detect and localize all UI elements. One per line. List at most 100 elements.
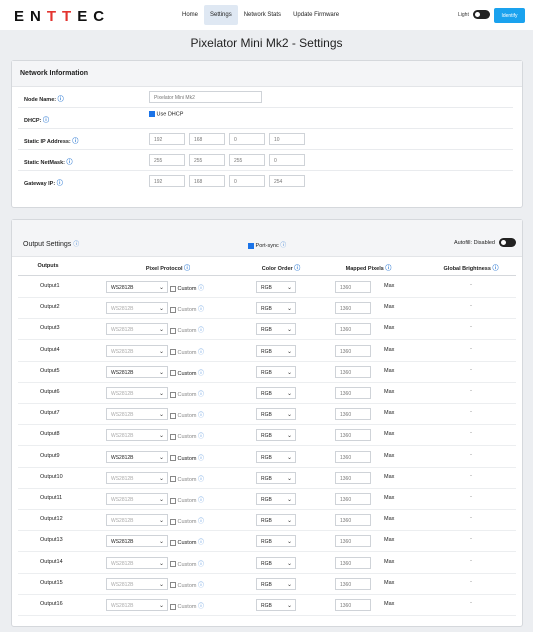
pixel-protocol-select[interactable]: WS2812B ⌄	[106, 429, 168, 442]
custom-checkbox[interactable]	[170, 306, 176, 313]
mapped-pixels-input[interactable]: 1360	[335, 599, 371, 611]
max-button[interactable]: Max	[384, 453, 394, 459]
max-button[interactable]: Max	[384, 495, 394, 501]
mapped-pixels-input[interactable]: 1360	[335, 429, 371, 442]
mapped-pixels-input[interactable]: 1360	[335, 323, 371, 336]
pixel-protocol-select[interactable]: WS2812B ⌄	[106, 302, 168, 315]
gateway-octet-4[interactable]: 254	[269, 175, 305, 187]
mapped-pixels-input[interactable]: 1360	[335, 514, 371, 527]
color-order-select[interactable]: RGB ⌄	[256, 514, 296, 527]
custom-checkbox[interactable]	[170, 433, 176, 440]
nav-settings[interactable]: Settings	[204, 5, 238, 25]
color-order-select[interactable]: RGB ⌄	[256, 450, 296, 463]
pixel-protocol-select[interactable]: WS2812B ⌄	[106, 577, 168, 590]
mapped-pixels-input[interactable]: 1360	[335, 450, 371, 463]
max-button[interactable]: Max	[384, 304, 394, 310]
mapped-pixels-input[interactable]: 1360	[335, 577, 371, 590]
pixel-protocol-select[interactable]: WS2812B ⌄	[106, 556, 168, 569]
max-button[interactable]: Max	[384, 559, 394, 565]
netmask-octet-2[interactable]: 255	[189, 154, 225, 166]
max-button[interactable]: Max	[384, 474, 394, 480]
pixel-protocol-select[interactable]: WS2812B ⌄	[106, 344, 168, 357]
max-button[interactable]: Max	[384, 389, 394, 395]
mapped-pixels-input[interactable]: 1360	[335, 302, 371, 315]
custom-checkbox[interactable]	[170, 497, 176, 504]
color-order-select[interactable]: RGB ⌄	[256, 344, 296, 357]
ip-octet-4[interactable]: 10	[269, 133, 305, 145]
pixel-protocol-select[interactable]: WS2812B ⌄	[106, 450, 168, 463]
custom-checkbox[interactable]	[170, 349, 176, 356]
autofill-toggle[interactable]	[499, 238, 516, 247]
max-button[interactable]: Max	[384, 368, 394, 374]
mapped-pixels-input[interactable]: 1360	[335, 281, 371, 293]
custom-checkbox[interactable]	[170, 391, 176, 398]
node-name-input[interactable]: Pixelator Mini Mk2	[149, 91, 262, 103]
color-order-select[interactable]: RGB ⌄	[256, 302, 296, 315]
enttec-logo[interactable]: ENTTEC	[14, 8, 110, 25]
custom-checkbox[interactable]	[170, 539, 176, 546]
nav-home[interactable]: Home	[176, 5, 204, 25]
pixel-protocol-select[interactable]: WS2812B ⌄	[106, 323, 168, 336]
mapped-pixels-input[interactable]: 1360	[335, 471, 371, 484]
nav-network-stats[interactable]: Network Stats	[238, 5, 287, 25]
pixel-protocol-select[interactable]: WS2812B ⌄	[106, 514, 168, 527]
custom-checkbox[interactable]	[170, 455, 176, 462]
color-order-select[interactable]: RGB ⌄	[256, 535, 296, 548]
mapped-pixels-input[interactable]: 1360	[335, 344, 371, 357]
mapped-pixels-input[interactable]: 1360	[335, 493, 371, 505]
max-button[interactable]: Max	[384, 516, 394, 522]
light-toggle[interactable]	[473, 10, 490, 19]
max-button[interactable]: Max	[384, 325, 394, 331]
pixel-protocol-select[interactable]: WS2812B ⌄	[106, 408, 168, 421]
custom-checkbox[interactable]	[170, 561, 176, 568]
color-order-select[interactable]: RGB ⌄	[256, 471, 296, 484]
max-button[interactable]: Max	[384, 431, 394, 437]
custom-checkbox[interactable]	[170, 476, 176, 483]
ip-octet-3[interactable]: 0	[229, 133, 265, 145]
netmask-octet-1[interactable]: 255	[149, 154, 185, 166]
dhcp-checkbox[interactable]	[149, 111, 155, 117]
custom-checkbox[interactable]	[170, 582, 176, 589]
custom-checkbox[interactable]	[170, 285, 176, 292]
mapped-pixels-input[interactable]: 1360	[335, 408, 371, 421]
color-order-select[interactable]: RGB ⌄	[256, 387, 296, 399]
custom-checkbox[interactable]	[170, 327, 176, 334]
custom-checkbox[interactable]	[170, 412, 176, 419]
pixel-protocol-select[interactable]: WS2812B ⌄	[106, 281, 168, 293]
color-order-select[interactable]: RGB ⌄	[256, 429, 296, 442]
netmask-octet-3[interactable]: 255	[229, 154, 265, 166]
custom-checkbox[interactable]	[170, 603, 176, 610]
max-button[interactable]: Max	[384, 410, 394, 416]
mapped-pixels-input[interactable]: 1360	[335, 556, 371, 569]
pixel-protocol-select[interactable]: WS2812B ⌄	[106, 365, 168, 378]
custom-checkbox[interactable]	[170, 370, 176, 377]
max-button[interactable]: Max	[384, 601, 394, 607]
port-sync-checkbox[interactable]	[248, 242, 254, 249]
pixel-protocol-select[interactable]: WS2812B ⌄	[106, 387, 168, 399]
color-order-select[interactable]: RGB ⌄	[256, 323, 296, 336]
max-button[interactable]: Max	[384, 537, 394, 543]
mapped-pixels-input[interactable]: 1360	[335, 365, 371, 378]
pixel-protocol-select[interactable]: WS2812B ⌄	[106, 471, 168, 484]
identify-button[interactable]: Identify	[494, 8, 525, 23]
pixel-protocol-select[interactable]: WS2812B ⌄	[106, 599, 168, 611]
max-button[interactable]: Max	[384, 283, 394, 289]
color-order-select[interactable]: RGB ⌄	[256, 556, 296, 569]
color-order-select[interactable]: RGB ⌄	[256, 365, 296, 378]
color-order-select[interactable]: RGB ⌄	[256, 408, 296, 421]
max-button[interactable]: Max	[384, 347, 394, 353]
netmask-octet-4[interactable]: 0	[269, 154, 305, 166]
mapped-pixels-input[interactable]: 1360	[335, 535, 371, 548]
custom-checkbox[interactable]	[170, 518, 176, 525]
color-order-select[interactable]: RGB ⌄	[256, 281, 296, 293]
gateway-octet-2[interactable]: 168	[189, 175, 225, 187]
gateway-octet-1[interactable]: 192	[149, 175, 185, 187]
max-button[interactable]: Max	[384, 580, 394, 586]
color-order-select[interactable]: RGB ⌄	[256, 577, 296, 590]
mapped-pixels-input[interactable]: 1360	[335, 387, 371, 399]
ip-octet-2[interactable]: 168	[189, 133, 225, 145]
pixel-protocol-select[interactable]: WS2812B ⌄	[106, 493, 168, 505]
color-order-select[interactable]: RGB ⌄	[256, 599, 296, 611]
color-order-select[interactable]: RGB ⌄	[256, 493, 296, 505]
gateway-octet-3[interactable]: 0	[229, 175, 265, 187]
